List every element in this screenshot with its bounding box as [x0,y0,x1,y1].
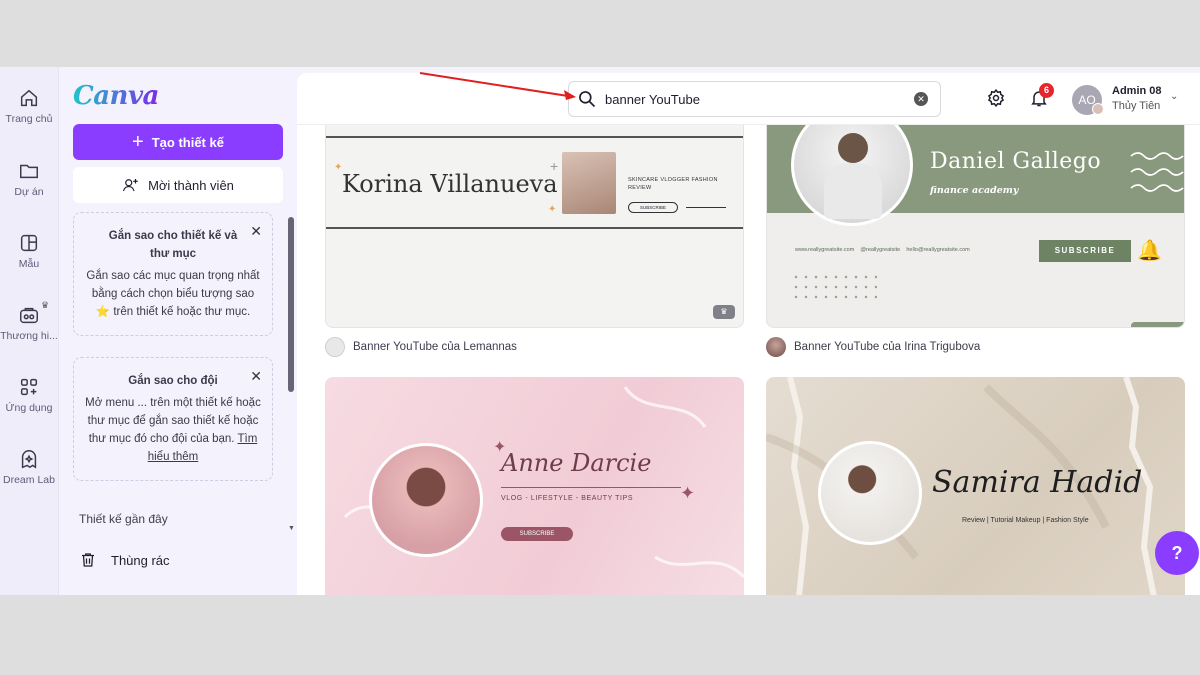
rail-label: Trang chủ [5,113,53,125]
template-result-card[interactable]: Samira Hadid Review | Tutorial Makeup | … [766,377,1185,595]
wave-decoration [1130,152,1184,192]
left-rail: Trang chủ Dự án Mẫu ♛ Thương hi... Ứng d… [0,67,58,595]
banner-subtitle: finance academy [930,185,1019,196]
top-bar: banner YouTube ✕ 6 AO Admin 08 Thủy Tiên… [297,73,1200,125]
rail-item-apps[interactable]: Ứng dụng [0,376,58,414]
side-panel: Canva + Tạo thiết kế Mời thành viên ✕ Gắ… [58,67,297,595]
crown-icon: ♛ [41,300,50,310]
close-icon[interactable]: ✕ [250,367,262,385]
banner-name-text: Samira Hadid [932,465,1143,500]
brand-icon [20,307,38,324]
banner-photo [562,152,616,214]
card-title: Gắn sao cho đội [128,375,218,387]
star-team-card: ✕ Gắn sao cho đội Mở menu ... trên một t… [73,357,273,481]
create-design-button[interactable]: + Tạo thiết kế [73,124,283,160]
canva-app: Trang chủ Dự án Mẫu ♛ Thương hi... Ứng d… [0,67,1200,595]
rail-label: Dự án [14,186,44,198]
banner-subscribe: SUBSCRIBE [628,202,678,213]
rail-item-projects[interactable]: Dự án [0,160,58,198]
user-name[interactable]: Admin 08 [1112,85,1162,97]
banner-photo [818,441,922,545]
star-designs-card: ✕ Gắn sao cho thiết kế và thư mục Gắn sa… [73,212,273,336]
add-user-icon [122,179,138,192]
bell-icon: 🔔 [1137,240,1162,262]
plus-icon: + [132,131,144,153]
rail-label: Mẫu [18,258,40,270]
banner-tags: SKINCARE VLOGGER FASHION REVIEW [628,177,718,191]
dream-lab-icon [21,450,37,469]
recent-designs-heading: Thiết kế gần đây [79,512,168,526]
rail-item-home[interactable]: Trang chủ [0,87,58,125]
rail-label: Thương hi... [0,330,58,342]
rail-item-templates[interactable]: Mẫu [0,232,58,270]
creator-avatar [766,337,786,357]
template-result-card[interactable]: Korina Villanueva + ✦ ✦ SKINCARE VLOGGER… [325,103,744,328]
caption-text: Banner YouTube của Lemannas [353,341,517,353]
trash-label: Thùng rác [111,552,170,568]
template-result-card[interactable]: Daniel Gallego finance academy www.reall… [766,103,1185,328]
banner-name-text: Anne Darcie [501,449,652,477]
creator-avatar [325,337,345,357]
clear-search-icon[interactable]: ✕ [914,92,928,106]
invite-members-button[interactable]: Mời thành viên [73,167,283,203]
trash-item[interactable]: Thùng rác [79,551,170,569]
trash-icon [82,553,94,567]
result-caption[interactable]: Banner YouTube của Irina Trigubova [766,337,980,357]
help-button[interactable]: ? [1155,531,1199,575]
dot-pattern [791,272,877,304]
scroll-down-icon[interactable]: ▼ [288,525,295,532]
invite-members-label: Mời thành viên [148,177,234,193]
canva-logo[interactable]: Canva [73,81,159,111]
banner-subtitle: Review | Tutorial Makeup | Fashion Style [962,517,1089,524]
rail-item-brand[interactable]: ♛ Thương hi... [0,300,58,342]
banner-subtitle: VLOG - LIFESTYLE - BEAUTY TIPS [501,495,634,502]
search-bar[interactable]: banner YouTube ✕ [568,81,941,117]
apps-icon [20,378,38,396]
panel-scrollbar[interactable] [288,217,294,392]
folder-icon [20,164,38,179]
create-design-label: Tạo thiết kế [151,134,224,150]
banner-subscribe: SUBSCRIBE [1039,240,1131,262]
result-caption[interactable]: Banner YouTube của Lemannas [325,337,517,357]
notification-badge: 6 [1039,83,1054,98]
team-name[interactable]: Thủy Tiên [1112,100,1160,112]
close-icon[interactable]: ✕ [250,222,262,240]
template-icon [20,234,38,252]
crown-icon: ♛ [713,305,735,319]
team-avatar [1092,103,1104,115]
search-icon [579,91,596,108]
banner-name-text: Korina Villanueva [342,170,558,198]
card-body: Gắn sao các mục quan trọng nhất bằng các… [86,270,260,318]
banner-photo [369,443,483,557]
chevron-down-icon[interactable]: ⌄ [1170,91,1178,102]
rail-label: Dream Lab [3,474,55,486]
rail-label: Ứng dụng [5,402,53,414]
card-title: Gắn sao cho thiết kế và thư mục [108,230,238,260]
search-input[interactable]: banner YouTube [605,92,906,107]
rail-item-dream-lab[interactable]: Dream Lab [0,448,58,486]
home-icon [20,89,38,107]
main-content: banner YouTube ✕ 6 AO Admin 08 Thủy Tiên… [297,73,1200,595]
banner-subscribe: SUBSCRIBE [501,527,573,541]
gear-icon[interactable] [986,88,1006,108]
banner-links: www.reallygreatsite.com @reallygreatsite… [795,247,970,253]
card-body: Mở menu ... trên một thiết kế hoặc thư m… [85,397,261,445]
template-result-card[interactable]: ✦ ✦ Anne Darcie VLOG - LIFESTYLE - BEAUT… [325,377,744,595]
caption-text: Banner YouTube của Irina Trigubova [794,341,981,353]
banner-name-text: Daniel Gallego [930,149,1102,174]
